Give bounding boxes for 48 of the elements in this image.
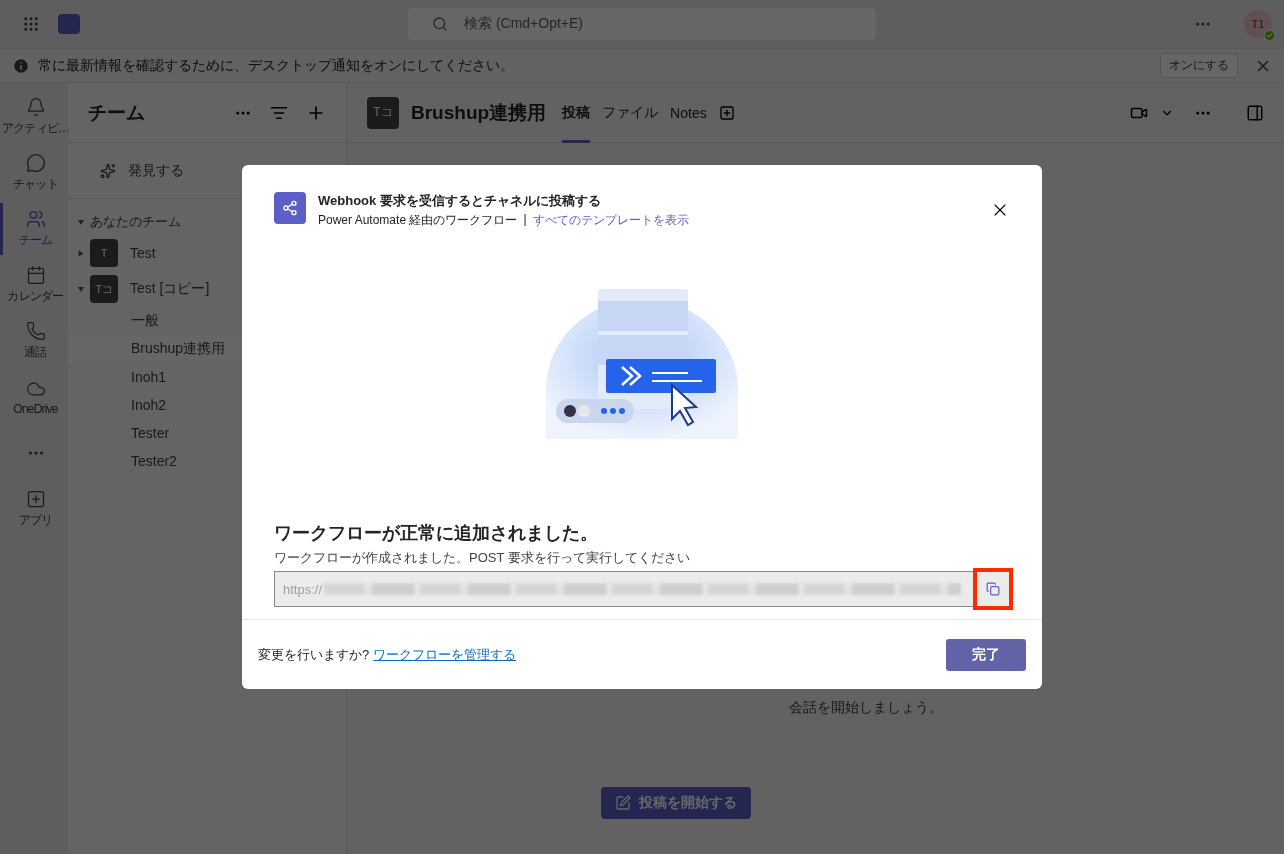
edit-icon xyxy=(614,795,631,811)
rail-item[interactable]: アプリ xyxy=(0,483,68,535)
turn-on-button[interactable]: オンにする xyxy=(1160,53,1238,78)
channel-title: Brushup連携用 xyxy=(411,100,547,125)
search-icon xyxy=(432,16,448,32)
search-field[interactable]: 検索 (Cmd+Opt+E) xyxy=(408,8,876,40)
people-icon xyxy=(25,209,46,229)
manage-workflow-link[interactable]: ワークフローを管理する xyxy=(373,645,517,664)
dialog-subtitle: Power Automate 経由のワークフロー xyxy=(318,212,518,229)
share-nodes-icon xyxy=(274,192,306,224)
team-avatar: Tコ xyxy=(90,275,118,303)
plus-square-icon xyxy=(25,489,46,509)
info-icon xyxy=(12,56,30,75)
user-avatar[interactable]: T1 xyxy=(1244,10,1272,38)
done-button[interactable]: 完了 xyxy=(946,638,1026,671)
banner-text: 常に最新情報を確認するために、デスクトップ通知をオンにしてください。 xyxy=(38,56,514,75)
more-icon xyxy=(27,450,44,456)
app-grid-icon[interactable] xyxy=(22,15,40,33)
copy-button[interactable] xyxy=(973,568,1013,610)
chat-icon xyxy=(25,153,46,173)
copy-icon xyxy=(986,582,1000,596)
start-post-button[interactable]: 投稿を開始する xyxy=(600,787,751,819)
templates-link[interactable]: すべてのテンプレートを表示 xyxy=(532,212,689,229)
description-text: ワークフローが作成されました。POST 要求を行って実行してください xyxy=(274,549,691,567)
add-tab-icon[interactable] xyxy=(718,104,735,121)
panel-title: チーム xyxy=(88,100,146,125)
team-item[interactable]: T Test xyxy=(68,235,346,271)
bell-icon xyxy=(25,97,46,117)
team-avatar: T xyxy=(90,239,118,267)
channel-tab[interactable]: ファイル xyxy=(602,82,659,143)
side-panel-icon[interactable] xyxy=(1246,103,1264,122)
channel-tab[interactable]: Notes xyxy=(670,82,707,143)
rail-item[interactable]: アクティビ… xyxy=(0,91,68,143)
empty-state-text: 会話を開始しましょう。 xyxy=(788,699,943,717)
rail-item[interactable]: OneDrive xyxy=(0,371,68,423)
separator-text: | xyxy=(523,212,527,228)
rail-item[interactable]: 通話 xyxy=(0,315,68,367)
rail-item[interactable]: カレンダー xyxy=(0,259,68,311)
channel-tab[interactable]: 投稿 xyxy=(562,82,591,143)
success-heading: ワークフローが正常に追加されました。 xyxy=(274,522,599,545)
footer-question: 変更を行いますか? xyxy=(258,645,370,664)
app-logo-icon[interactable] xyxy=(58,14,80,34)
sparkle-icon xyxy=(100,162,116,179)
team-item[interactable]: Tコ Test [コピー] xyxy=(68,271,346,307)
url-field[interactable]: https:// xyxy=(274,571,1010,607)
phone-icon xyxy=(25,321,46,341)
calendar-icon xyxy=(25,265,46,285)
caret-icon xyxy=(78,219,84,225)
